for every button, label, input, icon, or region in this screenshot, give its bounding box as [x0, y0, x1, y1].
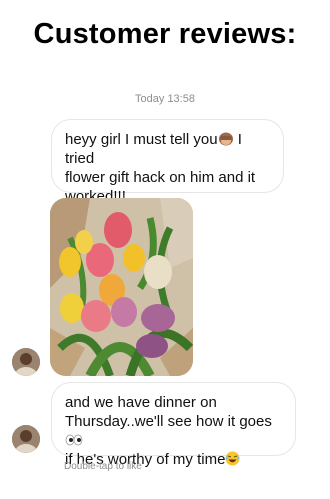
- laughing-face-icon: [225, 451, 240, 466]
- message-line: heyy girl I must tell you I tried: [65, 131, 242, 167]
- chat-timestamp: Today 13:58: [135, 93, 195, 105]
- avatar[interactable]: [12, 425, 40, 453]
- page-title: Customer reviews:: [33, 18, 297, 50]
- tulip-bouquet-photo[interactable]: [50, 198, 193, 376]
- message-line: and we have dinner on: [65, 394, 217, 411]
- message-bubble-2[interactable]: and we have dinner on Thursday..we'll se…: [51, 382, 296, 468]
- message-line: Thursday..we'll see how it goes: [65, 412, 282, 450]
- avatar[interactable]: [12, 348, 40, 376]
- see-no-evil-monkey-icon: [218, 131, 234, 146]
- eyes-icon: [65, 432, 83, 446]
- message-line: flower gift hack on him and it: [65, 169, 256, 186]
- message-bubble-1[interactable]: heyy girl I must tell you I tried flower…: [51, 119, 284, 205]
- double-tap-hint: Double-tap to like: [64, 461, 142, 472]
